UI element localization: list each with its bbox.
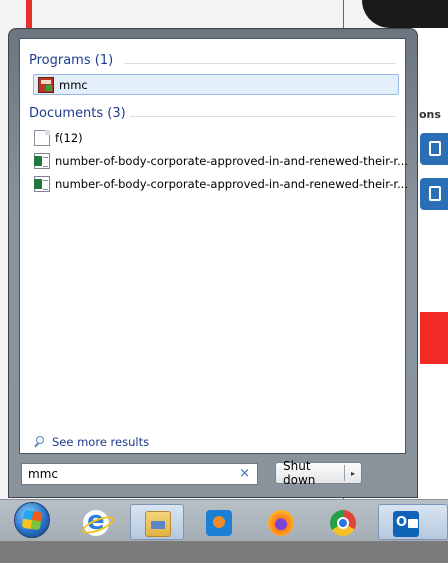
result-item-label: number-of-body-corporate-approved-in-and… [55, 153, 409, 168]
background-red-bar [26, 0, 32, 30]
result-item-document[interactable]: number-of-body-corporate-approved-in-and… [34, 173, 408, 194]
programs-group-header[interactable]: Programs (1) [29, 53, 113, 68]
taskbar [0, 499, 448, 542]
taskbar-firefox[interactable] [254, 504, 308, 540]
internet-explorer-icon [83, 506, 109, 536]
video-icon [429, 186, 441, 201]
documents-group-header[interactable]: Documents (3) [29, 106, 126, 121]
result-item-mmc[interactable]: mmc [33, 74, 399, 95]
search-icon [34, 436, 46, 448]
shut-down-button[interactable]: Shut down ▸ [275, 459, 362, 487]
see-more-results-link[interactable]: See more results [34, 435, 149, 449]
result-item-label: number-of-body-corporate-approved-in-and… [55, 176, 409, 191]
background-clipboard-button[interactable] [420, 133, 448, 165]
taskbar-file-explorer[interactable] [130, 504, 184, 540]
documents-divider [130, 116, 396, 117]
excel-file-icon [34, 175, 50, 192]
start-search-box[interactable]: × [21, 463, 258, 485]
taskbar-bottom-strip [0, 541, 448, 563]
start-menu: Programs (1) mmc Documents (3) f(12) num… [8, 28, 418, 498]
firefox-icon [268, 510, 294, 536]
background-red-block [420, 312, 448, 364]
outlook-icon [393, 511, 419, 537]
result-item-document[interactable]: number-of-body-corporate-approved-in-and… [34, 150, 408, 171]
result-item-label: mmc [59, 77, 88, 92]
background-image-fragment [362, 0, 448, 28]
shut-down-label: Shut down [283, 459, 316, 487]
clear-search-icon[interactable]: × [239, 466, 250, 481]
result-item-document[interactable]: f(12) [34, 127, 83, 148]
taskbar-media-player[interactable] [192, 504, 246, 540]
see-more-label: See more results [52, 435, 150, 449]
search-results-pane: Programs (1) mmc Documents (3) f(12) num… [19, 38, 408, 454]
clipboard-icon [429, 141, 441, 156]
chrome-icon [330, 510, 356, 536]
background-partial-label: ons [419, 108, 441, 121]
mmc-icon [38, 76, 54, 93]
text-file-icon [34, 129, 50, 146]
excel-file-icon [34, 152, 50, 169]
start-orb-button[interactable] [14, 502, 50, 538]
result-item-label: f(12) [55, 130, 83, 145]
taskbar-outlook[interactable] [378, 504, 448, 540]
file-explorer-icon [145, 511, 171, 537]
shut-down-options-arrow-icon[interactable]: ▸ [345, 469, 361, 478]
taskbar-chrome[interactable] [316, 504, 370, 540]
taskbar-internet-explorer[interactable] [69, 504, 123, 540]
search-input[interactable] [28, 467, 228, 481]
programs-divider [124, 63, 396, 64]
background-video-button[interactable] [420, 178, 448, 210]
media-player-icon [206, 510, 232, 536]
